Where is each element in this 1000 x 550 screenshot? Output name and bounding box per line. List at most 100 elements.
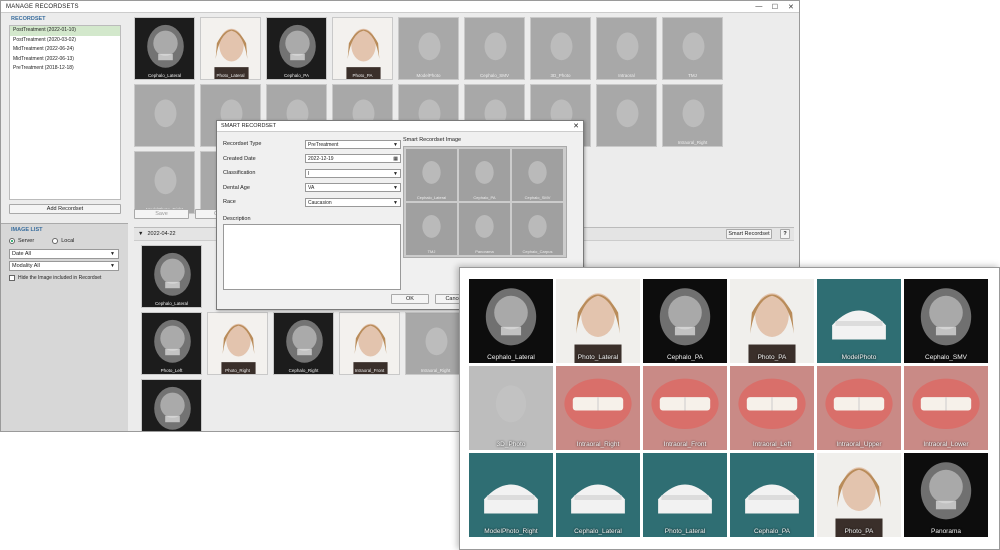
zoomed-image-tile[interactable]: Intraoral_Front (643, 366, 727, 450)
tile-label: Intraoral_Front (354, 368, 385, 373)
zoomed-image-tile[interactable]: Cephalo_Lateral (469, 279, 553, 363)
thumbnail-image (214, 28, 249, 79)
zoomed-image-tile[interactable]: Cephalo_Lateral (556, 453, 640, 537)
thumbnail-image (651, 378, 719, 429)
tile-label: Intraoral_Left (752, 441, 792, 448)
zoomed-image-tile[interactable]: 3D_Photo (469, 366, 553, 450)
ok-button[interactable]: OK (391, 294, 429, 304)
smart-image-tile[interactable]: TMJ (406, 203, 457, 255)
field-select[interactable]: Caucasion ▼ (305, 197, 401, 207)
image-tile[interactable]: TMJ (662, 17, 723, 80)
zoomed-image-tile[interactable]: Intraoral_Right (556, 366, 640, 450)
thumbnail-image (475, 160, 494, 184)
image-tile[interactable]: Cephalo_Right (273, 312, 334, 375)
tile-label: ModelPhoto (416, 73, 441, 78)
thumbnail-image (346, 28, 381, 79)
zoomed-image-tile[interactable]: Cephalo_PA (643, 279, 727, 363)
zoomed-image-tile[interactable]: Cephalo_PA (730, 453, 814, 537)
image-tile[interactable]: Cephalo_Lateral (134, 17, 195, 80)
recordset-item[interactable]: PreTreatment (2018-12-18) (10, 64, 120, 74)
zoomed-image-tile[interactable]: Intraoral_Lower (904, 366, 988, 450)
zoomed-image-tile[interactable]: Photo_PA (817, 453, 901, 537)
maximize-icon[interactable]: ☐ (767, 3, 783, 11)
thumbnail-image (682, 99, 705, 128)
tile-label: Cephalo_Lateral (147, 73, 182, 78)
form-row: Classification I ▼ (223, 166, 401, 181)
smart-image-tile[interactable]: Cephalo_SMV (512, 149, 563, 201)
image-tile[interactable] (596, 84, 657, 147)
image-tile[interactable]: 3D_Photo (530, 17, 591, 80)
date-filter-value: Date All (12, 251, 31, 257)
recordset-item[interactable]: MidTreatment (2022-06-13) (10, 55, 120, 65)
image-tile[interactable]: ModelPhoto (398, 17, 459, 80)
chevron-down-icon: ▼ (110, 251, 115, 257)
close-icon[interactable]: ✕ (573, 121, 579, 132)
save-button[interactable]: Save (134, 209, 189, 219)
tile-label: Cephalo_PA (666, 354, 704, 361)
field-select[interactable]: I ▼ (305, 168, 401, 178)
image-tile[interactable]: Intraoral_Front (339, 312, 400, 375)
minimize-icon[interactable]: — (751, 3, 767, 11)
thumbnail-image (353, 323, 388, 374)
tile-label: Photo_Lateral (664, 528, 706, 535)
tile-label: Cephalo_Right (288, 368, 319, 373)
recordset-item[interactable]: PostTreatment (2020-03-02) (10, 36, 120, 46)
tile-label: Intraoral_Upper (836, 441, 882, 448)
image-tile[interactable]: Photo_Right (207, 312, 268, 375)
hide-included-checkbox[interactable]: Hide the Image included in Recordset (9, 275, 120, 281)
image-tile[interactable]: Intraoral_Right (405, 312, 466, 375)
image-list-panel: IMAGE LIST Server Local Date All ▼ Modali… (1, 223, 128, 431)
thumbnail-image (528, 160, 547, 184)
help-button[interactable]: ? (780, 229, 790, 239)
description-textarea[interactable] (223, 223, 401, 290)
add-recordset-button[interactable]: Add Recordset (9, 204, 121, 214)
image-tile[interactable]: Photo_Lateral (200, 17, 261, 80)
tile-label: ModelPhoto (841, 354, 877, 361)
date-filter-select[interactable]: Date All ▼ (9, 249, 119, 259)
recordset-list: PostTreatment (2022-01-10) PostTreatment … (9, 25, 121, 200)
zoomed-image-tile[interactable]: Photo_Lateral (643, 453, 727, 537)
image-tile[interactable]: Cephalo_SMV (464, 17, 525, 80)
zoomed-image-tile[interactable]: Panorama (904, 453, 988, 537)
image-tile[interactable]: Photo_Left (141, 312, 202, 375)
modality-filter-select[interactable]: Modality All ▼ (9, 261, 119, 271)
smart-image-tile[interactable]: Panorama (459, 203, 510, 255)
image-tile[interactable]: Cephalo_Lateral (141, 245, 202, 308)
image-tile[interactable]: ModelPhoto_Right (134, 151, 195, 214)
zoomed-image-tile[interactable]: Cephalo_SMV (904, 279, 988, 363)
field-select[interactable]: PreTreatment ▼ (305, 139, 401, 149)
image-tile[interactable]: Cephalo_PA (266, 17, 327, 80)
image-tile[interactable]: Intraoral_Right (662, 84, 723, 147)
collapse-icon[interactable]: ▼ (138, 231, 143, 237)
zoomed-image-tile[interactable]: ModelPhoto_Right (469, 453, 553, 537)
smart-recordset-button[interactable]: Smart Recordset (726, 229, 772, 239)
image-tile[interactable] (141, 379, 202, 431)
zoomed-image-tile[interactable]: Intraoral_Upper (817, 366, 901, 450)
server-radio[interactable]: Server (9, 238, 34, 244)
image-tile[interactable] (134, 84, 195, 147)
image-tile[interactable]: Photo_PA (332, 17, 393, 80)
zoomed-image-tile[interactable]: ModelPhoto (817, 279, 901, 363)
smart-image-tile[interactable]: Cephalo_Carpus (512, 203, 563, 255)
image-tile[interactable]: Intraoral (596, 17, 657, 80)
thumbnail-image (279, 24, 316, 68)
smart-image-tile[interactable]: Cephalo_PA (459, 149, 510, 201)
thumbnail-image (748, 293, 796, 363)
dialog-title-bar: SMART RECORDSET ✕ (217, 121, 583, 132)
field-select[interactable]: VA ▼ (305, 183, 401, 193)
tile-label: Panorama (475, 249, 494, 254)
close-icon[interactable]: ✕ (783, 3, 799, 11)
local-radio[interactable]: Local (52, 238, 74, 244)
tile-label: Photo_Right (225, 368, 250, 373)
thumbnail-image (920, 288, 972, 346)
thumbnail-image (147, 24, 184, 68)
zoomed-image-tile[interactable]: Photo_Lateral (556, 279, 640, 363)
zoomed-image-tile[interactable]: Photo_PA (730, 279, 814, 363)
image-list-heading: IMAGE LIST (11, 227, 43, 233)
recordset-item[interactable]: MidTreatment (2022-06-24) (10, 45, 120, 55)
zoomed-image-tile[interactable]: Intraoral_Left (730, 366, 814, 450)
tile-label: Photo_PA (757, 354, 787, 361)
recordset-item[interactable]: PostTreatment (2022-01-10) (10, 26, 120, 36)
date-picker[interactable]: 2022-12-19 ▦ (305, 154, 401, 164)
smart-image-tile[interactable]: Cephalo_Lateral (406, 149, 457, 201)
